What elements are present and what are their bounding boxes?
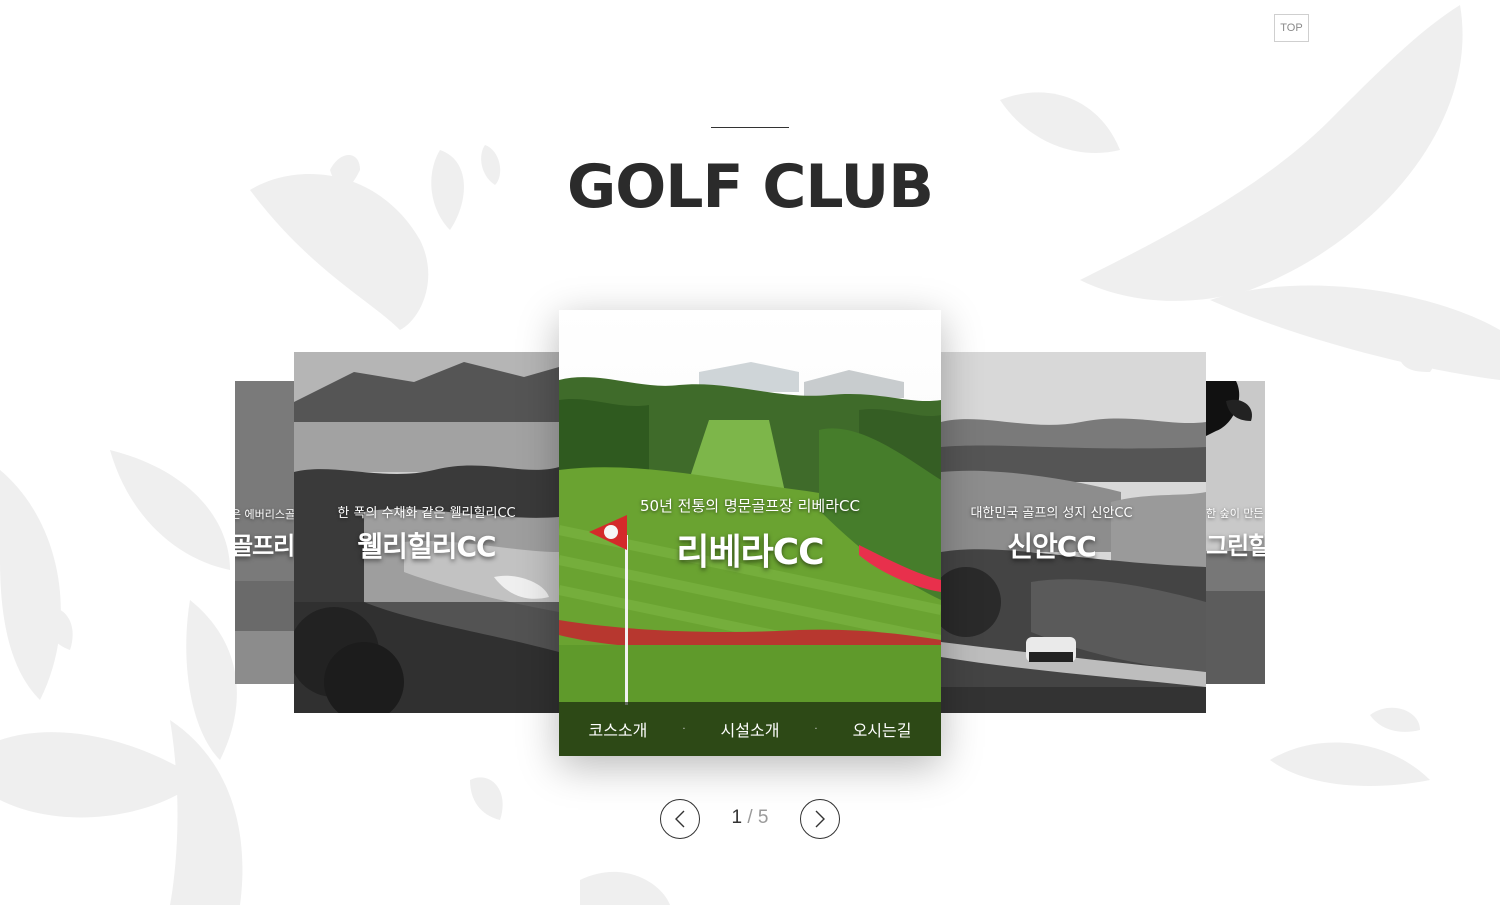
leaf-shape [0,732,200,818]
page-indicator: 1 / 5 [702,807,798,829]
club-card-welli-hilli[interactable]: 한 폭의 수채화 같은 웰리힐리CC 웰리힐리CC [294,352,559,713]
club-name: 골프리 [235,532,294,560]
leaf-shape [110,450,230,570]
nav-separator: · [814,723,818,735]
course-intro-link[interactable]: 코스소개 [588,717,647,741]
club-card-sinan[interactable]: 대한민국 골프의 성지 신안CC 신안CC [941,352,1206,713]
page-title: GOLF CLUB [567,152,934,222]
top-button[interactable]: TOP [1274,14,1309,42]
club-name: 웰리힐리CC [357,530,496,563]
leaf-shape [186,600,237,760]
club-name: 리베라CC [676,532,824,573]
page-separator: / [747,807,753,828]
club-name: 그린힐 [1206,532,1265,560]
club-name: 신안CC [1007,530,1097,563]
club-card-far-right[interactable]: 한 숲이 만든 그린힐 [1206,381,1265,684]
facility-intro-link[interactable]: 시설소개 [721,717,780,741]
chevron-right-icon [815,810,825,828]
nav-separator: · [682,723,686,735]
prev-button[interactable] [660,799,700,839]
club-subtitle: 한 폭의 수채화 같은 웰리힐리CC [337,506,516,521]
leaf-shape [170,720,243,905]
club-subtitle: 한 숲이 만든 [1206,507,1264,520]
leaf-shape [1210,285,1500,380]
leaf-shape [1370,707,1420,732]
top-button-label: TOP [1280,22,1303,34]
directions-link[interactable]: 오시는길 [853,717,912,741]
leaf-shape [470,777,503,820]
leaf-shape [580,871,670,905]
club-card-far-left[interactable]: 은 에버리스골 골프리 [235,381,294,684]
carousel-pagination: 1 / 5 [660,799,840,839]
club-card-rivera[interactable]: 50년 전통의 명문골프장 리베라CC 리베라CC 코스소개 · 시설소개 · … [559,310,941,756]
next-button[interactable] [800,799,840,839]
club-subtitle: 50년 전통의 명문골프장 리베라CC [640,497,860,515]
title-divider [711,127,789,128]
leaf-shape [1270,742,1430,786]
club-subtitle: 대한민국 골프의 성지 신안CC [970,506,1133,521]
total-pages: 5 [757,807,769,828]
leaf-shape [0,470,61,700]
current-page: 1 [731,807,743,828]
chevron-left-icon [675,810,685,828]
leaf-shape [1000,92,1120,153]
club-nav-bar: 코스소개 · 시설소개 · 오시는길 [559,702,941,756]
club-subtitle: 은 에버리스골 [235,508,294,521]
